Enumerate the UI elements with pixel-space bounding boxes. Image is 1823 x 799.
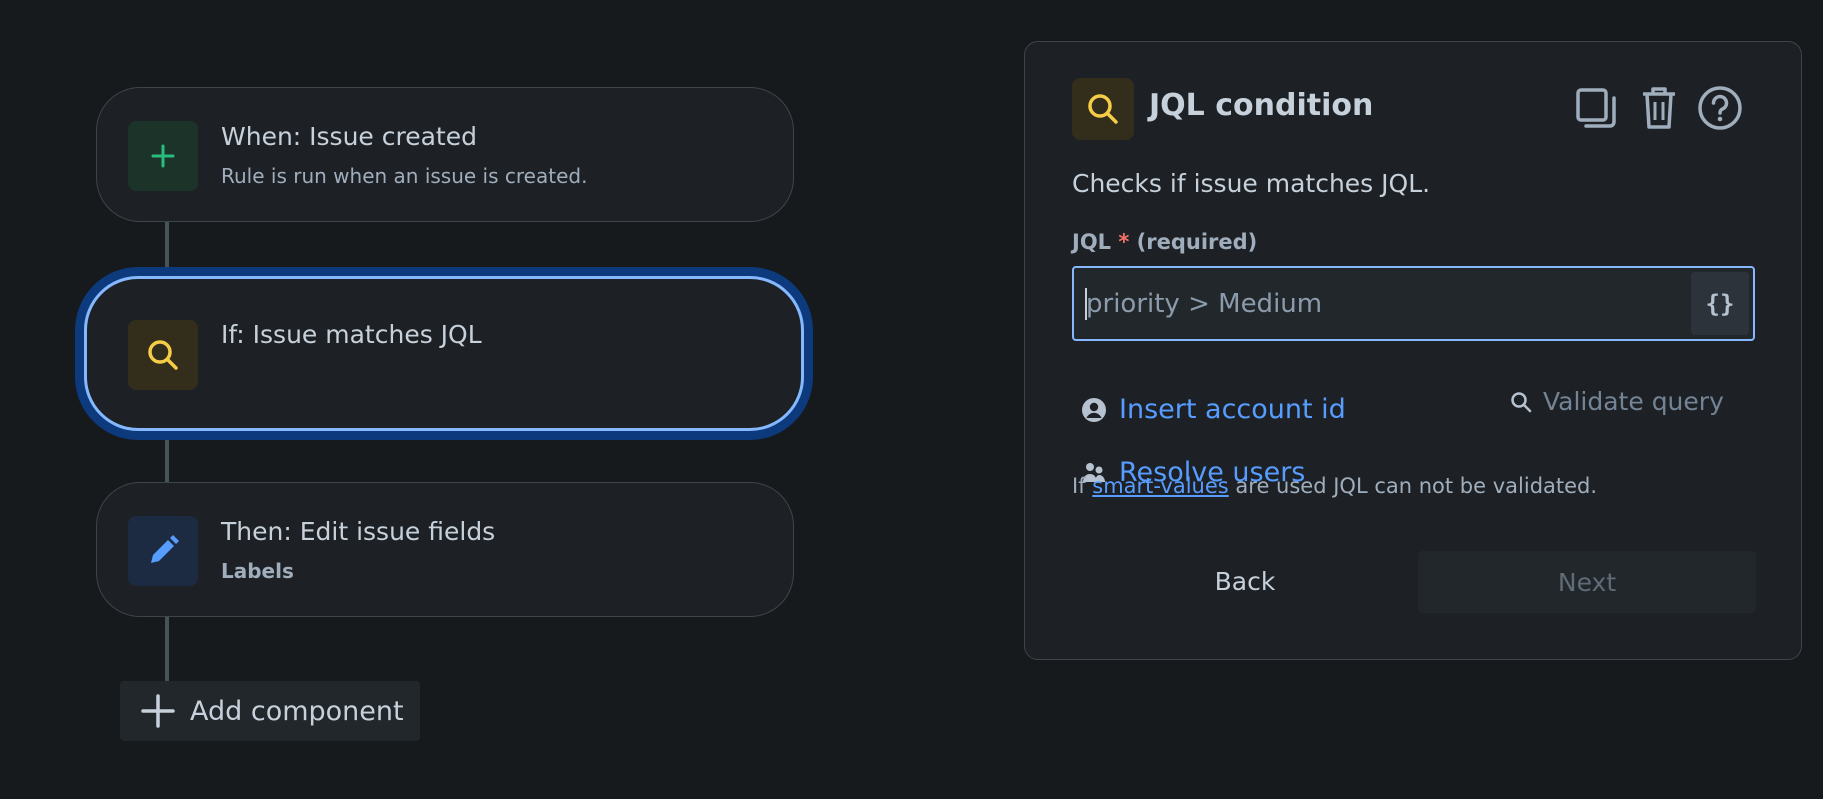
condition-node[interactable]: If: Issue matches JQL <box>84 276 804 431</box>
automation-canvas: When: Issue created Rule is run when an … <box>0 0 1823 799</box>
trash-icon[interactable] <box>1634 78 1684 138</box>
condition-title: If: Issue matches JQL <box>221 320 482 349</box>
flow-connector <box>165 429 169 483</box>
jql-input-wrapper: {} <box>1072 266 1755 341</box>
required-marker: * <box>1118 230 1130 254</box>
insert-account-id-label: Insert account id <box>1119 394 1346 425</box>
insert-account-id-link[interactable]: Insert account id <box>1081 394 1346 425</box>
search-icon <box>128 320 198 390</box>
user-circle-icon <box>1081 397 1107 423</box>
action-subtitle: Labels <box>221 559 294 583</box>
pencil-icon <box>128 516 198 586</box>
add-component-label: Add component <box>190 695 404 727</box>
plus-icon <box>128 121 198 191</box>
flow-connector <box>165 222 169 278</box>
smart-values-button[interactable]: {} <box>1691 272 1749 335</box>
trigger-subtitle: Rule is run when an issue is created. <box>221 164 588 188</box>
back-button[interactable]: Back <box>1150 551 1340 611</box>
smart-values-hint: If smart-values are used JQL can not be … <box>1072 474 1597 498</box>
required-text: (required) <box>1136 230 1258 254</box>
trigger-title: When: Issue created <box>221 122 477 151</box>
trigger-node[interactable]: When: Issue created Rule is run when an … <box>96 87 794 222</box>
search-icon <box>1072 78 1134 140</box>
action-node[interactable]: Then: Edit issue fields Labels <box>96 482 794 617</box>
hint-prefix: If <box>1072 474 1086 498</box>
validate-query-button[interactable]: Validate query <box>1509 387 1724 416</box>
panel-description: Checks if issue matches JQL. <box>1072 169 1431 198</box>
action-title: Then: Edit issue fields <box>221 517 496 546</box>
add-component-button[interactable]: Add component <box>120 681 420 741</box>
jql-label-text: JQL <box>1072 230 1112 254</box>
jql-field-label: JQL * (required) <box>1072 230 1257 254</box>
search-icon <box>1509 390 1533 414</box>
plus-icon <box>140 693 176 729</box>
next-button[interactable]: Next <box>1418 551 1756 613</box>
smart-values-link[interactable]: smart-values <box>1092 474 1228 498</box>
help-icon[interactable] <box>1695 78 1745 138</box>
hint-suffix: are used JQL can not be validated. <box>1235 474 1598 498</box>
panel-title: JQL condition <box>1149 88 1374 123</box>
jql-input[interactable] <box>1074 268 1694 339</box>
text-caret <box>1085 288 1087 320</box>
validate-query-label: Validate query <box>1543 387 1724 416</box>
flow-connector <box>165 616 169 682</box>
component-config-panel: JQL condition Checks if issue matches JQ… <box>1024 41 1802 660</box>
duplicate-icon[interactable] <box>1571 78 1621 138</box>
